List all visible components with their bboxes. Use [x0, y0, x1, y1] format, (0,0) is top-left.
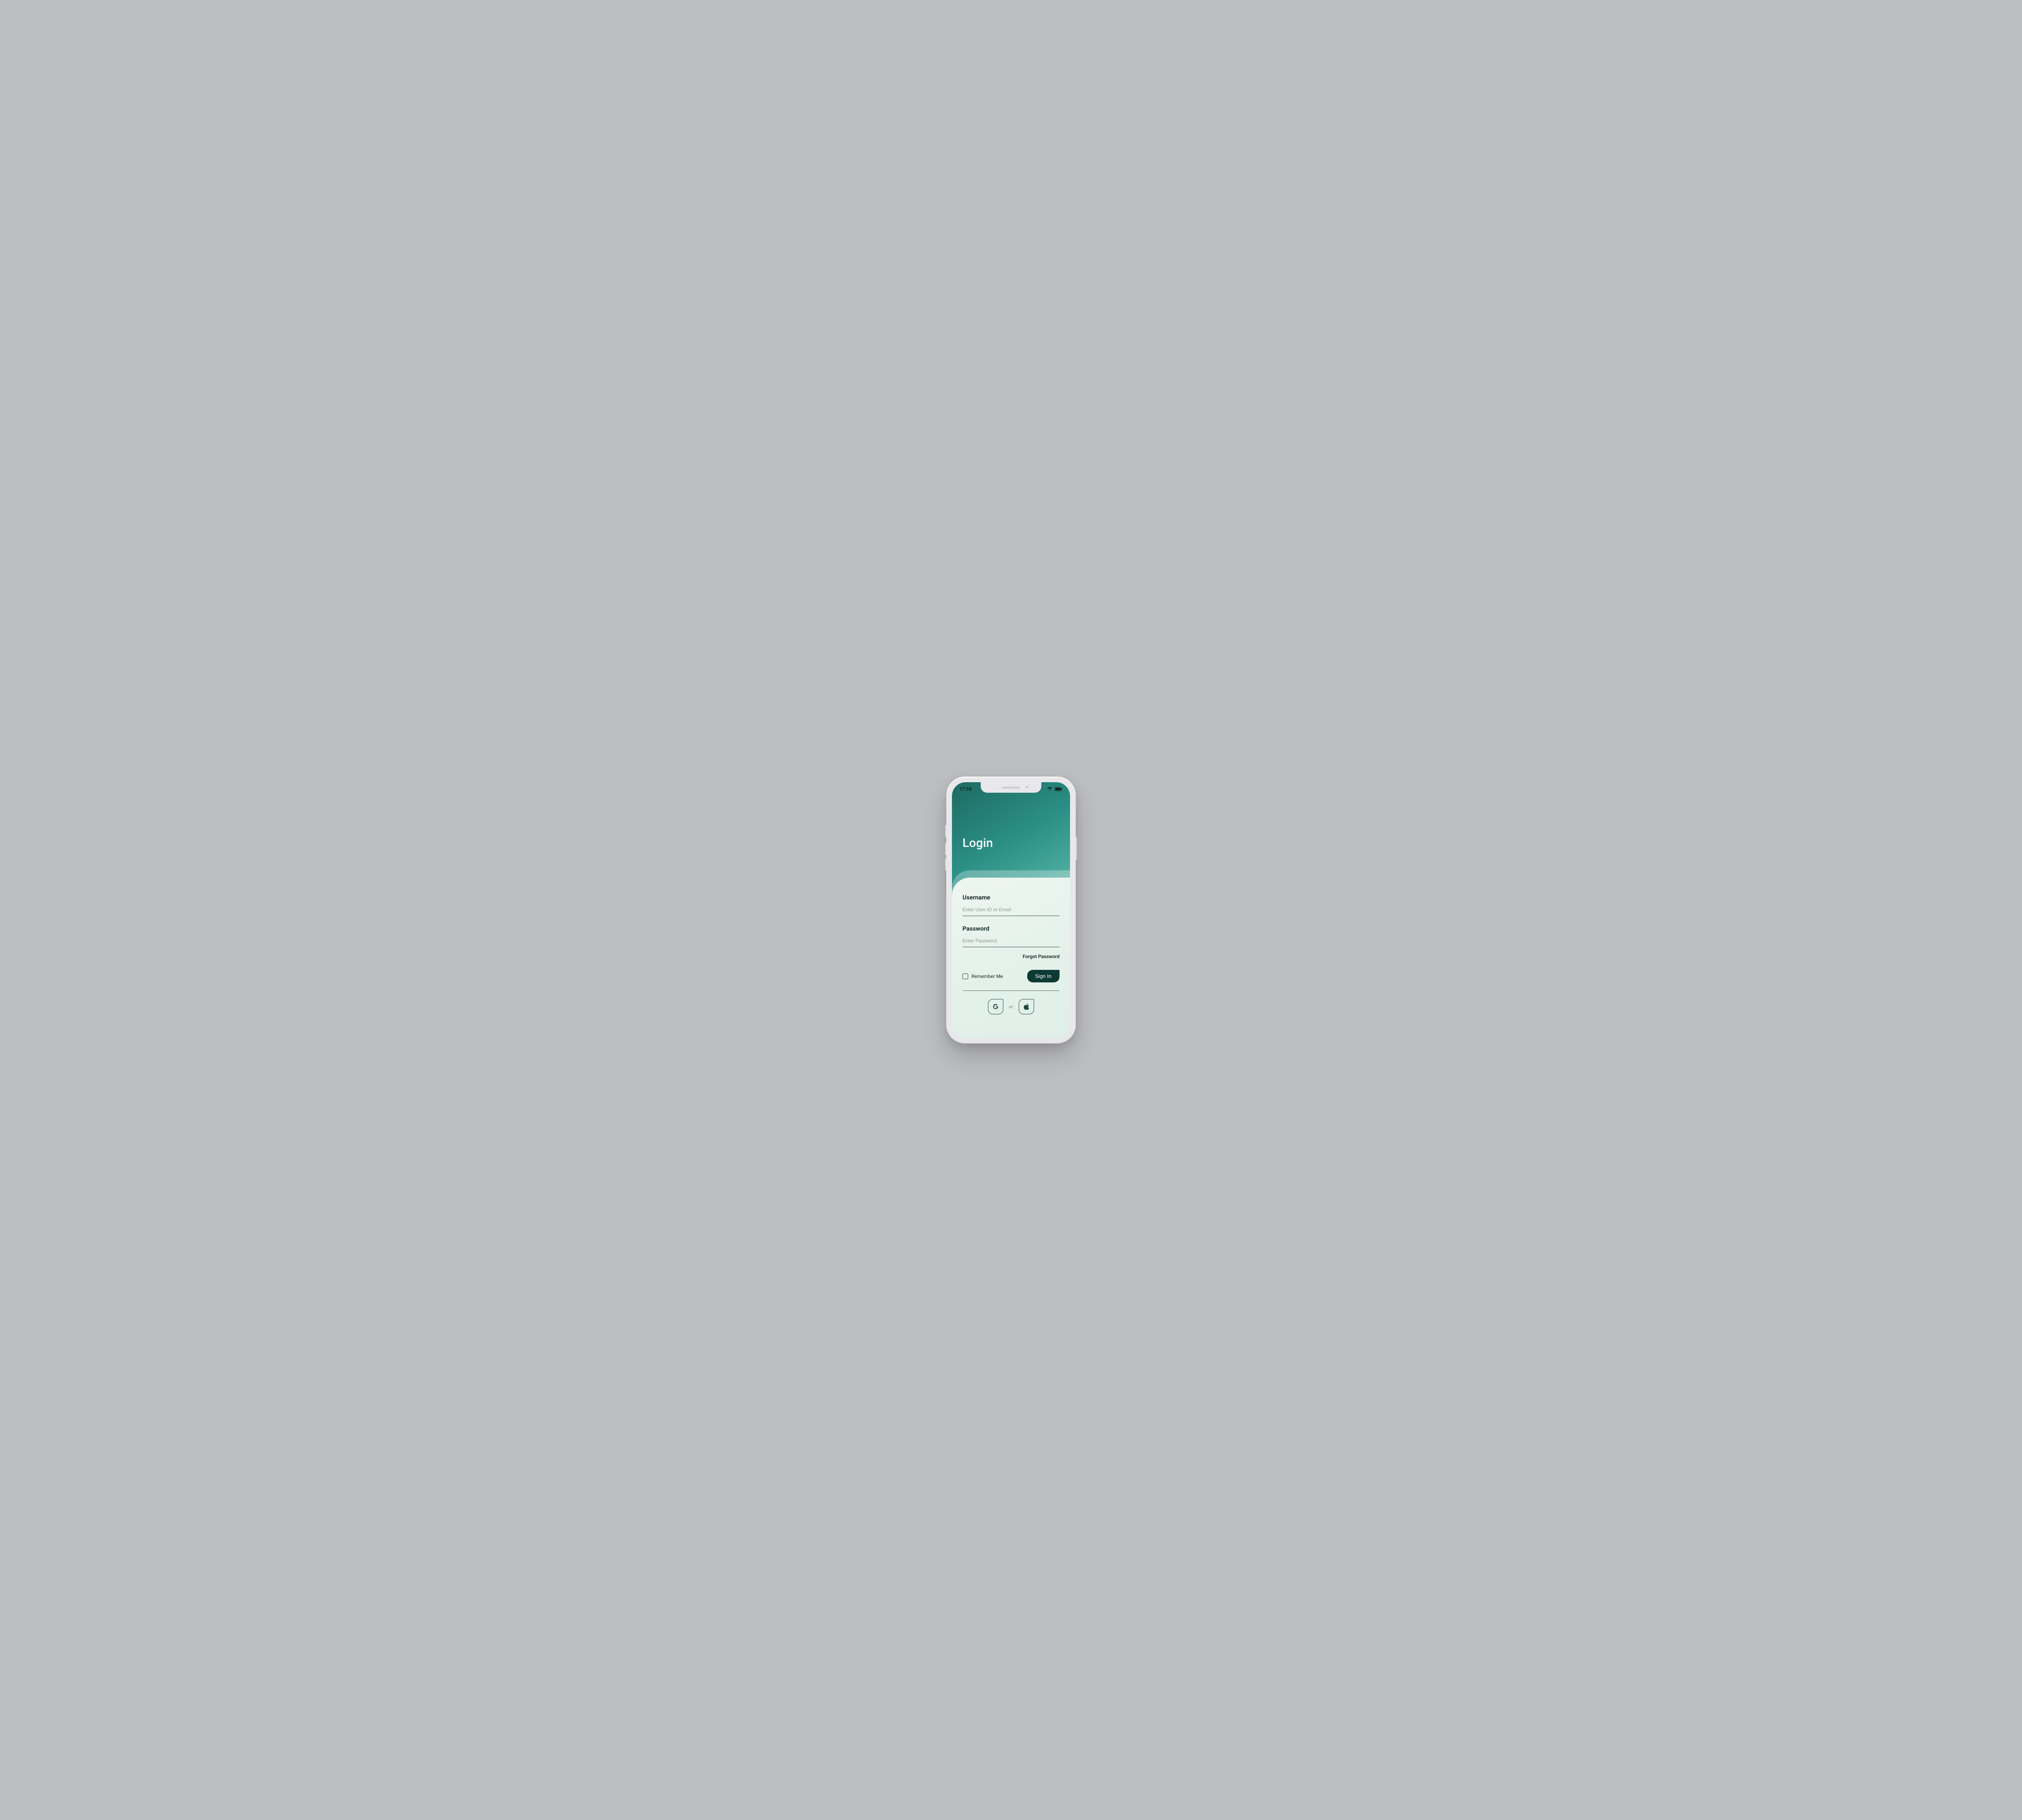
password-label: Password — [962, 925, 1060, 932]
front-camera — [1026, 786, 1028, 789]
apple-icon — [1024, 1003, 1029, 1010]
status-indicators — [1047, 787, 1063, 791]
username-field: Username — [962, 894, 1060, 916]
username-label: Username — [962, 894, 1060, 901]
wifi-icon — [1047, 787, 1053, 791]
google-login-button[interactable] — [988, 999, 1003, 1014]
google-icon — [992, 1003, 999, 1010]
page-title: Login — [962, 836, 993, 850]
battery-icon — [1055, 787, 1063, 791]
forgot-password-link[interactable]: Forgot Password — [962, 954, 1060, 959]
password-field: Password — [962, 925, 1060, 947]
remember-me-label: Remember Me — [971, 973, 1003, 979]
checkbox-icon — [962, 973, 968, 979]
remember-me-checkbox[interactable]: Remember Me — [962, 973, 1003, 979]
login-header: Login — [952, 782, 1070, 875]
speaker-grille — [1002, 787, 1020, 789]
phone-screen: 17:58 Login Username Pas — [952, 782, 1070, 1038]
sign-in-button[interactable]: Sign In — [1027, 970, 1060, 982]
password-input[interactable] — [962, 936, 1060, 947]
phone-notch — [981, 782, 1041, 793]
username-input[interactable] — [962, 905, 1060, 916]
action-row: Remember Me Sign In — [962, 970, 1060, 991]
phone-frame: 17:58 Login Username Pas — [946, 777, 1076, 1043]
status-time: 17:58 — [959, 786, 972, 792]
apple-login-button[interactable] — [1019, 999, 1034, 1014]
social-login-row: or — [962, 999, 1060, 1014]
social-separator: or — [1009, 1004, 1013, 1009]
login-card: Username Password Forgot Password Rememb… — [952, 878, 1070, 1038]
